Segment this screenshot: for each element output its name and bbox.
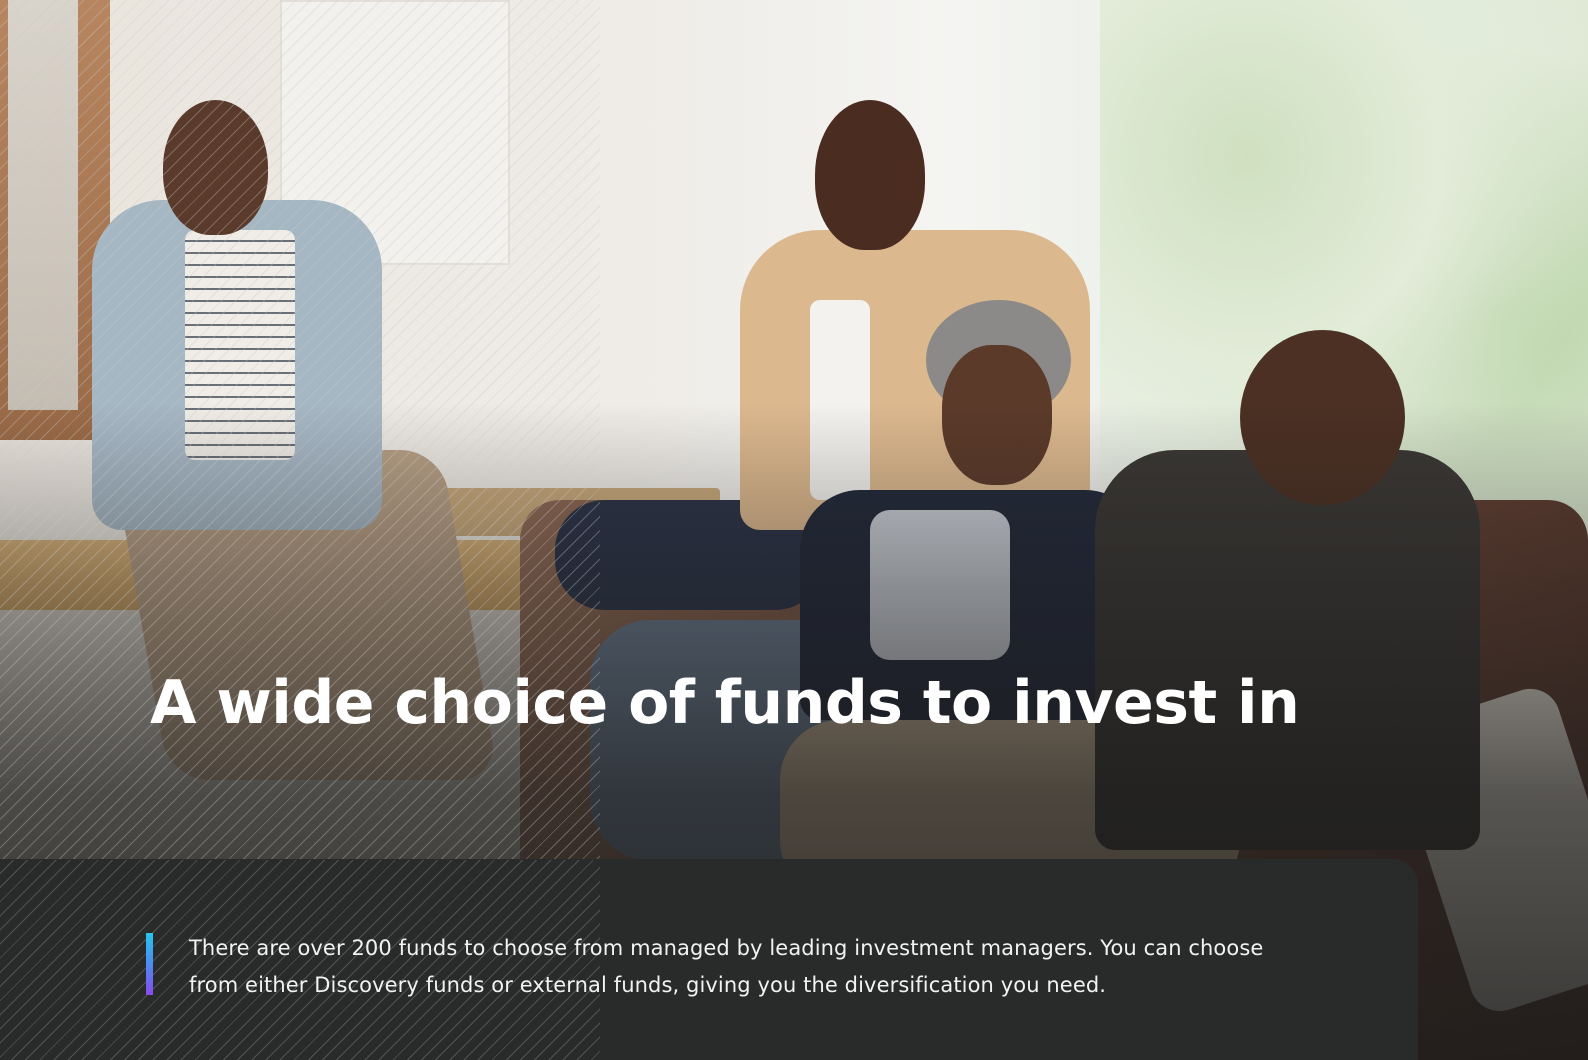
accent-bar [146, 933, 153, 995]
hero-section: A wide choice of funds to invest in Ther… [0, 0, 1588, 1060]
hero-description: There are over 200 funds to choose from … [189, 936, 1264, 997]
page-title: A wide choice of funds to invest in [150, 668, 1300, 738]
